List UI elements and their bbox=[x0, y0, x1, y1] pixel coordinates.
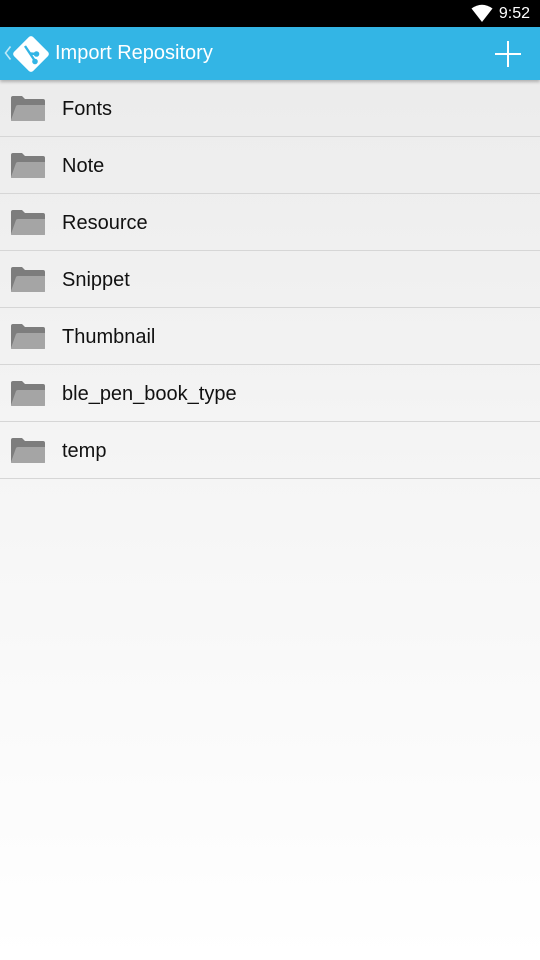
folder-icon bbox=[11, 324, 45, 349]
clock: 9:52 bbox=[498, 5, 530, 22]
action-bar: Import Repository bbox=[0, 27, 540, 80]
list-item-folder[interactable]: ble_pen_book_type bbox=[0, 365, 540, 422]
folder-icon bbox=[11, 96, 45, 121]
status-bar: 9:52 bbox=[0, 0, 540, 27]
list-item-folder[interactable]: Fonts bbox=[0, 80, 540, 137]
folder-name: Note bbox=[62, 155, 105, 177]
folder-name: Snippet bbox=[62, 269, 130, 291]
list-item-folder[interactable]: Thumbnail bbox=[0, 308, 540, 365]
add-button[interactable] bbox=[481, 27, 535, 80]
folder-icon bbox=[11, 153, 45, 178]
folder-name: Fonts bbox=[62, 98, 113, 120]
folder-name: ble_pen_book_type bbox=[62, 383, 237, 405]
folder-name: Resource bbox=[62, 212, 148, 234]
folder-name: Thumbnail bbox=[62, 326, 156, 348]
list-item-folder[interactable]: Resource bbox=[0, 194, 540, 251]
list-item-folder[interactable]: temp bbox=[0, 422, 540, 479]
git-logo-icon bbox=[13, 36, 49, 72]
page-title: Import Repository bbox=[55, 42, 213, 64]
up-button[interactable] bbox=[0, 27, 50, 80]
list-item-folder[interactable]: Snippet bbox=[0, 251, 540, 308]
folder-icon bbox=[11, 267, 45, 292]
folder-icon bbox=[11, 438, 45, 463]
folder-icon bbox=[11, 210, 45, 235]
folder-icon bbox=[11, 381, 45, 406]
folder-list: Fonts Note Resource Snippet Thumbnail bl… bbox=[0, 80, 540, 479]
wifi-icon bbox=[471, 4, 493, 22]
list-item-folder[interactable]: Note bbox=[0, 137, 540, 194]
plus-icon bbox=[495, 41, 521, 67]
folder-name: temp bbox=[62, 440, 107, 462]
